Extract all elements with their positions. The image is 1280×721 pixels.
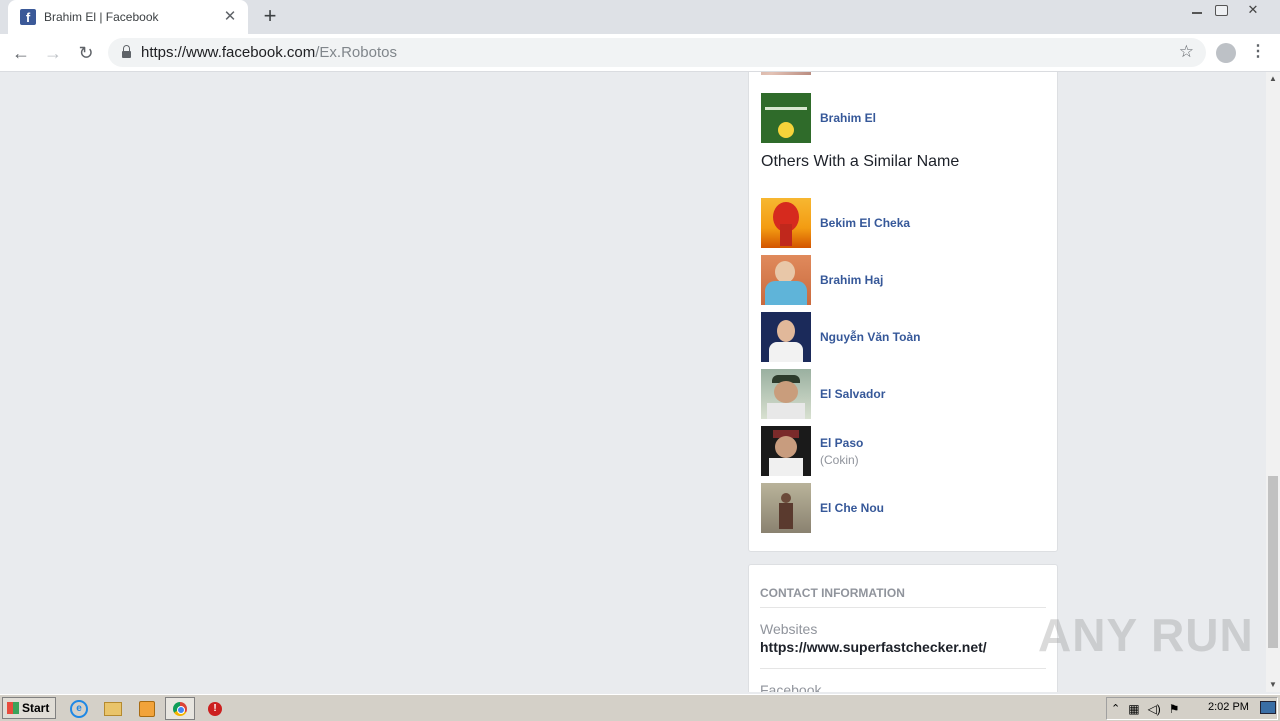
person-alias: (Cokin) bbox=[820, 452, 859, 467]
action-center-flag-icon[interactable]: ⚑ bbox=[1169, 702, 1180, 716]
browser-tab[interactable]: f Brahim El | Facebook ✕ bbox=[8, 0, 248, 34]
website-link[interactable]: https://www.superfastchecker.net/ bbox=[760, 639, 987, 655]
person-name[interactable]: Brahim Haj bbox=[820, 273, 883, 287]
contact-info-heading: CONTACT INFORMATION bbox=[760, 586, 905, 600]
list-item[interactable]: Nguyễn Văn Toàn bbox=[761, 312, 920, 362]
network-icon[interactable]: ▦ bbox=[1128, 702, 1139, 716]
list-item[interactable]: Bekim El Cheka bbox=[761, 198, 910, 248]
avatar[interactable] bbox=[761, 255, 811, 305]
back-arrow-icon[interactable]: ← bbox=[8, 40, 34, 66]
bookmark-star-icon[interactable]: ☆ bbox=[1179, 42, 1194, 62]
person-name[interactable]: El Paso bbox=[820, 436, 863, 450]
avatar[interactable] bbox=[761, 426, 811, 476]
forward-arrow-icon[interactable]: → bbox=[40, 40, 66, 66]
volume-icon[interactable]: ◁) bbox=[1148, 702, 1161, 716]
person-name[interactable]: El Salvador bbox=[820, 387, 885, 401]
opera-icon[interactable]: ! bbox=[200, 697, 230, 720]
page-scrollbar[interactable]: ▲ ▼ bbox=[1266, 72, 1280, 692]
list-item[interactable]: El Paso (Cokin) bbox=[761, 426, 863, 476]
avatar[interactable] bbox=[761, 198, 811, 248]
file-explorer-icon[interactable] bbox=[98, 697, 128, 720]
profile-avatar-icon[interactable] bbox=[1216, 43, 1236, 63]
facebook-label: Facebook bbox=[760, 682, 822, 692]
avatar[interactable] bbox=[761, 312, 811, 362]
system-tray: ⌃ ▦ ◁) ⚑ bbox=[1106, 697, 1278, 720]
new-tab-button[interactable]: + bbox=[258, 5, 282, 29]
browser-toolbar: ← → ↻ https://www.facebook.com/Ex.Roboto… bbox=[0, 34, 1280, 72]
start-label: Start bbox=[22, 701, 50, 715]
scroll-down-arrow-icon[interactable]: ▼ bbox=[1266, 678, 1280, 692]
tray-expand-icon[interactable]: ⌃ bbox=[1111, 702, 1120, 715]
anyrun-watermark: ANY RUN bbox=[1038, 609, 1254, 661]
window-close-button[interactable]: ✕ bbox=[1238, 0, 1268, 20]
tab-strip: f Brahim El | Facebook ✕ + ✕ bbox=[0, 0, 1280, 34]
divider bbox=[760, 668, 1046, 669]
person-name[interactable]: Bekim El Cheka bbox=[820, 216, 910, 230]
people-card: Brahim El Others With a Similar Name Bek… bbox=[748, 72, 1058, 552]
list-item[interactable]: Brahim El bbox=[761, 93, 876, 143]
divider bbox=[760, 607, 1046, 608]
media-player-icon[interactable] bbox=[132, 697, 162, 720]
minimize-button[interactable] bbox=[1184, 0, 1210, 20]
websites-label: Websites bbox=[760, 621, 818, 637]
avatar[interactable] bbox=[761, 483, 811, 533]
windows-taskbar: Start e ! ⌃ ▦ ◁) ⚑ 2:02 PM bbox=[0, 694, 1280, 721]
tab-title: Brahim El | Facebook bbox=[44, 10, 159, 24]
restore-button[interactable] bbox=[1208, 0, 1234, 20]
tab-close-icon[interactable]: ✕ bbox=[222, 9, 238, 25]
avatar[interactable] bbox=[761, 93, 811, 143]
avatar[interactable] bbox=[761, 369, 811, 419]
list-item[interactable]: Brahim Haj bbox=[761, 255, 883, 305]
page-viewport: Brahim El Others With a Similar Name Bek… bbox=[0, 72, 1266, 692]
avatar[interactable] bbox=[761, 72, 811, 75]
list-item[interactable] bbox=[761, 72, 811, 75]
facebook-favicon-icon: f bbox=[20, 9, 36, 25]
windows-flag-icon bbox=[7, 702, 19, 714]
show-desktop-icon[interactable] bbox=[1260, 701, 1276, 714]
clock[interactable]: 2:02 PM bbox=[1208, 701, 1249, 713]
start-button[interactable]: Start bbox=[2, 697, 56, 719]
lock-icon bbox=[122, 45, 131, 58]
reload-icon[interactable]: ↻ bbox=[73, 40, 99, 66]
address-bar[interactable]: https://www.facebook.com/Ex.Robotos ☆ bbox=[108, 38, 1206, 67]
person-name[interactable]: El Che Nou bbox=[820, 501, 884, 515]
menu-kebab-icon[interactable]: ⋮ bbox=[1250, 41, 1266, 63]
person-name[interactable]: Brahim El bbox=[820, 111, 876, 125]
similar-name-heading: Others With a Similar Name bbox=[761, 153, 960, 170]
scrollbar-thumb[interactable] bbox=[1268, 476, 1278, 648]
scroll-up-arrow-icon[interactable]: ▲ bbox=[1266, 72, 1280, 86]
list-item[interactable]: El Salvador bbox=[761, 369, 885, 419]
chrome-taskbar-icon[interactable] bbox=[165, 697, 195, 720]
list-item[interactable]: El Che Nou bbox=[761, 483, 884, 533]
internet-explorer-icon[interactable]: e bbox=[64, 697, 94, 720]
person-name[interactable]: Nguyễn Văn Toàn bbox=[820, 330, 920, 344]
contact-info-card: CONTACT INFORMATION Websites https://www… bbox=[748, 564, 1058, 692]
url-text: https://www.facebook.com/Ex.Robotos bbox=[141, 44, 397, 61]
